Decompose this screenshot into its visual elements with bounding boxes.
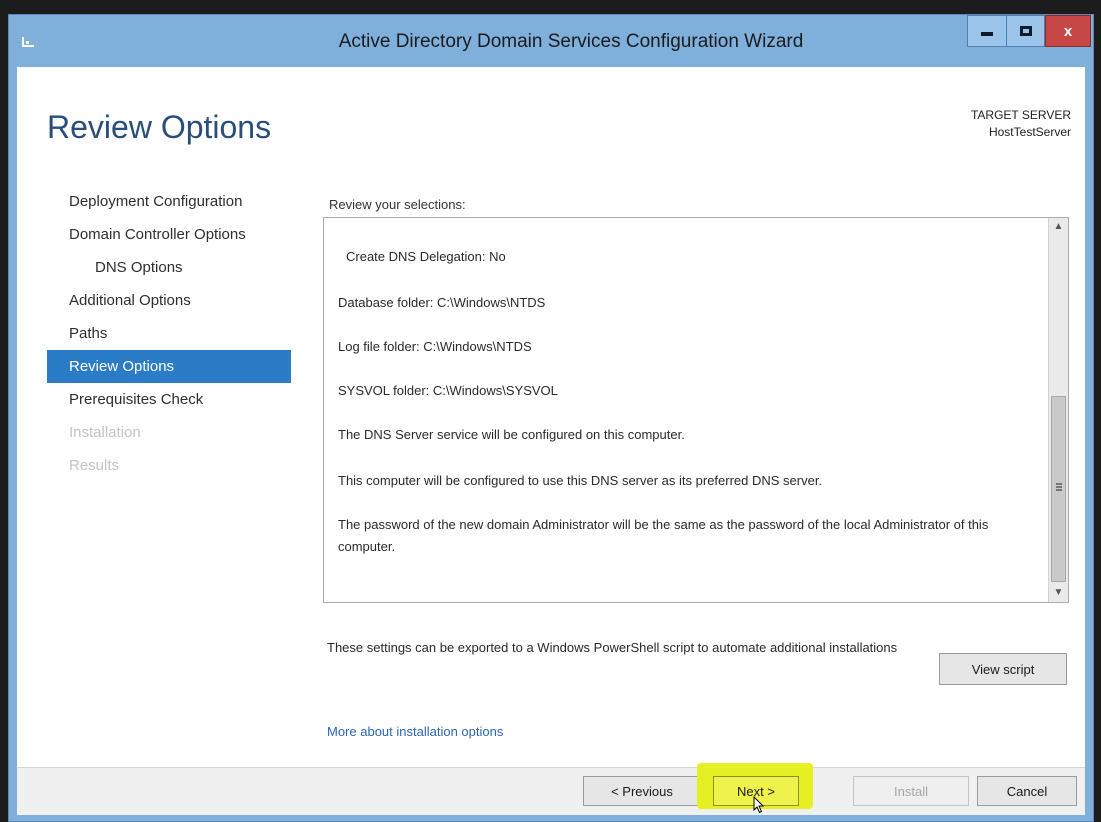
review-line: The DNS Server service will be configure…	[338, 427, 685, 442]
review-selections-label: Review your selections:	[329, 197, 466, 212]
cancel-button[interactable]: Cancel	[977, 776, 1077, 806]
install-button: Install	[853, 776, 969, 806]
review-selections-box[interactable]: Create DNS Delegation: No Database folde…	[323, 217, 1069, 603]
scrollbar-thumb[interactable]	[1051, 396, 1066, 582]
export-description: These settings can be exported to a Wind…	[327, 640, 898, 655]
review-content: Create DNS Delegation: No Database folde…	[324, 218, 1046, 602]
window-title: Active Directory Domain Services Configu…	[338, 31, 804, 52]
minimize-icon	[981, 32, 993, 36]
nav-item-deployment-configuration[interactable]: Deployment Configuration	[47, 185, 291, 218]
maximize-button[interactable]	[1007, 15, 1045, 47]
nav-item-paths[interactable]: Paths	[47, 317, 291, 350]
view-script-button[interactable]: View script	[939, 653, 1067, 685]
nav-item-installation: Installation	[69, 424, 141, 441]
review-line: Database folder: C:\Windows\NTDS	[338, 295, 546, 310]
scroll-down-icon[interactable]: ▼	[1049, 584, 1068, 602]
nav-item-dns-options[interactable]: DNS Options	[47, 251, 291, 284]
minimize-button[interactable]	[967, 15, 1007, 47]
previous-button[interactable]: < Previous	[583, 776, 701, 806]
target-server-label: TARGET SERVER	[970, 108, 1071, 122]
nav-item-additional-options[interactable]: Additional Options	[47, 284, 291, 317]
review-line: Log file folder: C:\Windows\NTDS	[338, 339, 532, 354]
target-server: TARGET SERVER HostTestServer	[971, 107, 1071, 141]
review-line: Create DNS Delegation: No	[346, 249, 506, 264]
review-line: The password of the new domain Administr…	[338, 517, 989, 554]
nav-item-results: Results	[69, 457, 120, 474]
mouse-cursor-icon	[753, 795, 767, 814]
title-bar[interactable]: Active Directory Domain Services Configu…	[9, 15, 1093, 67]
vertical-scrollbar[interactable]: ▲ ▼	[1048, 218, 1068, 602]
grip-icon	[1056, 483, 1062, 491]
wizard-window: Active Directory Domain Services Configu…	[8, 14, 1094, 822]
close-icon: x	[1063, 22, 1073, 40]
nav-item-domain-controller-options[interactable]: Domain Controller Options	[47, 218, 291, 251]
wizard-footer: < Previous Next > Install Cancel	[17, 763, 1085, 815]
nav-item-review-options[interactable]: Review Options	[47, 350, 291, 383]
scroll-up-icon[interactable]: ▲	[1049, 218, 1068, 236]
nav-item-prerequisites-check[interactable]: Prerequisites Check	[47, 383, 291, 416]
page-title: Review Options	[47, 109, 272, 145]
close-button[interactable]: x	[1045, 15, 1091, 47]
wizard-client-area: Review Options TARGET SERVER HostTestSer…	[17, 67, 1085, 815]
maximize-icon	[1019, 26, 1032, 36]
review-line: SYSVOL folder: C:\Windows\SYSVOL	[338, 383, 558, 398]
wizard-nav: Deployment Configuration Domain Controll…	[47, 185, 291, 482]
target-server-name: HostTestServer	[988, 125, 1071, 139]
more-installation-options-link[interactable]: More about installation options	[327, 724, 503, 739]
review-line: This computer will be configured to use …	[338, 473, 823, 488]
